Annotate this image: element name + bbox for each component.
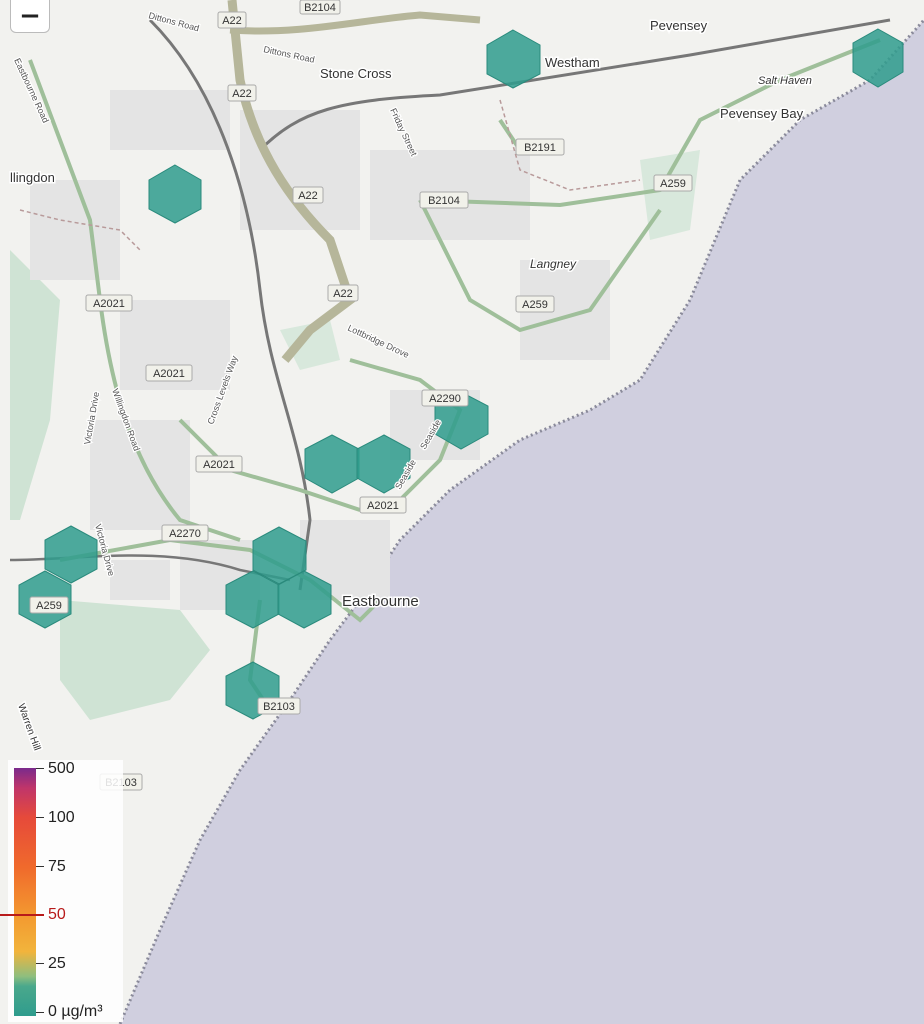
road-shield: A2021 <box>85 294 133 312</box>
svg-text:A259: A259 <box>522 299 548 311</box>
svg-text:A2290: A2290 <box>429 393 461 405</box>
svg-text:B2104: B2104 <box>304 2 336 14</box>
road-shield: A259 <box>29 596 69 614</box>
svg-text:A259: A259 <box>36 600 62 612</box>
place-label-pevensey: Pevensey <box>650 18 708 33</box>
legend-label-500: 500 <box>48 760 75 777</box>
place-label-eastbourne: Eastbourne <box>342 593 419 610</box>
legend-color-scale <box>14 768 36 1016</box>
svg-text:A22: A22 <box>232 88 252 100</box>
legend-tick <box>36 866 44 867</box>
road-shield: B2191 <box>515 138 565 156</box>
svg-text:A2270: A2270 <box>169 528 201 540</box>
svg-text:B2191: B2191 <box>524 142 556 154</box>
road-shield: A22 <box>327 284 359 302</box>
road-shield: A2021 <box>145 364 193 382</box>
legend-label-0: 0 µg/m³ <box>48 1003 103 1020</box>
concentration-legend: 500 100 75 50 25 0 µg/m³ <box>0 760 123 1022</box>
svg-text:A2021: A2021 <box>367 500 399 512</box>
svg-text:A22: A22 <box>333 288 353 300</box>
legend-label-25: 25 <box>48 955 66 972</box>
place-label-willingdon: llingdon <box>10 170 55 185</box>
svg-text:A259: A259 <box>660 178 686 190</box>
legend-limit-marker <box>0 914 44 916</box>
legend-tick <box>36 768 44 769</box>
svg-text:B2104: B2104 <box>428 195 460 207</box>
road-shield: A22 <box>227 84 257 102</box>
place-label-pevensey-bay: Pevensey Bay <box>720 106 804 121</box>
road-shield: A22 <box>217 11 247 29</box>
map-view[interactable]: Pevensey Westham Stone Cross Salt Haven … <box>0 0 924 1024</box>
road-shield: B2103 <box>257 697 301 715</box>
svg-text:A22: A22 <box>298 190 318 202</box>
road-shield: A22 <box>292 186 324 204</box>
road-shield: A259 <box>653 174 693 192</box>
road-shield: A259 <box>515 295 555 313</box>
legend-tick <box>36 1012 44 1013</box>
legend-label-50: 50 <box>48 906 66 923</box>
road-shield: B2104 <box>419 191 469 209</box>
legend-tick <box>36 963 44 964</box>
legend-tick <box>36 817 44 818</box>
road-shield: B2104 <box>299 0 341 15</box>
road-shield: A2270 <box>161 524 209 542</box>
legend-label-100: 100 <box>48 809 75 826</box>
svg-text:A22: A22 <box>222 15 242 27</box>
place-label-langney: Langney <box>530 257 577 271</box>
zoom-out-button[interactable]: − <box>10 0 50 33</box>
place-label-westham: Westham <box>545 55 600 70</box>
svg-text:A2021: A2021 <box>93 298 125 310</box>
svg-text:B2103: B2103 <box>263 701 295 713</box>
road-shield: A2021 <box>195 455 243 473</box>
road-shield: A2290 <box>421 389 469 407</box>
svg-text:A2021: A2021 <box>203 459 235 471</box>
legend-label-75: 75 <box>48 858 66 875</box>
svg-text:A2021: A2021 <box>153 368 185 380</box>
place-label-stone-cross: Stone Cross <box>320 66 392 81</box>
road-shield: A2021 <box>359 496 407 514</box>
place-label-salt-haven: Salt Haven <box>758 75 812 87</box>
